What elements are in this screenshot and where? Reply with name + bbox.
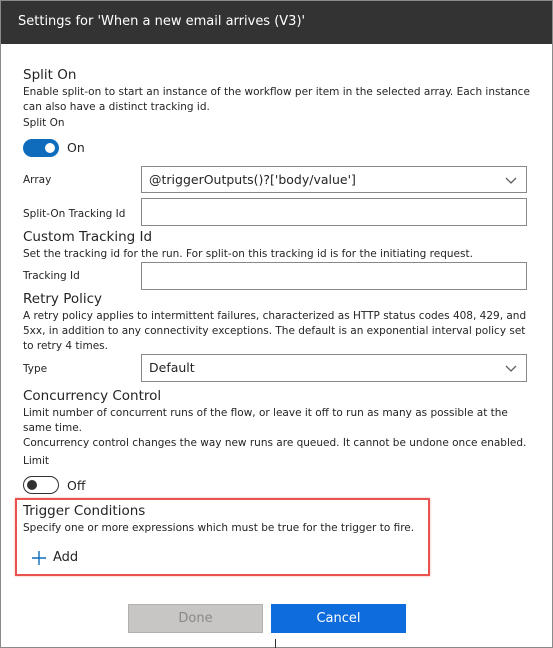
retry-policy-heading: Retry Policy [23, 291, 103, 307]
cancel-button[interactable]: Cancel [271, 604, 406, 633]
chevron-down-icon [505, 177, 517, 184]
tracking-id-label: Tracking Id [23, 270, 80, 282]
concurrency-heading: Concurrency Control [23, 388, 162, 404]
split-on-tracking-input[interactable] [141, 198, 527, 226]
split-on-description: Enable split-on to start an instance of … [23, 86, 530, 113]
dialog-titlebar: Settings for 'When a new email arrives (… [1, 1, 552, 44]
add-label: Add [53, 550, 79, 565]
cursor-tick [275, 639, 276, 648]
retry-policy-description: A retry policy applies to intermittent f… [23, 310, 527, 352]
toggle-knob [27, 480, 37, 490]
split-on-heading: Split On [23, 67, 77, 83]
split-on-toggle[interactable] [23, 139, 59, 157]
dialog-title: Settings for 'When a new email arrives (… [18, 14, 306, 29]
tracking-id-input[interactable] [141, 262, 527, 290]
concurrency-toggle-state: Off [67, 478, 86, 493]
settings-dialog: Settings for 'When a new email arrives (… [0, 0, 553, 648]
array-dropdown[interactable]: @triggerOutputs()?['body/value'] [141, 166, 527, 193]
retry-type-label: Type [23, 363, 48, 375]
custom-tracking-heading: Custom Tracking Id [23, 229, 153, 245]
array-value: @triggerOutputs()?['body/value'] [149, 172, 356, 187]
trigger-conditions-description: Specify one or more expressions which mu… [23, 522, 415, 534]
array-label: Array [23, 174, 52, 186]
plus-icon [32, 551, 46, 565]
concurrency-limit-toggle[interactable] [23, 476, 59, 494]
retry-type-dropdown[interactable]: Default [141, 354, 527, 382]
concurrency-description-2: Concurrency control changes the way new … [23, 437, 527, 449]
retry-type-value: Default [149, 360, 195, 375]
done-button[interactable]: Done [128, 604, 263, 633]
chevron-down-icon [505, 365, 517, 372]
concurrency-limit-label: Limit [23, 455, 50, 467]
concurrency-description-1: Limit number of concurrent runs of the f… [23, 407, 508, 434]
trigger-conditions-heading: Trigger Conditions [23, 503, 146, 519]
split-on-toggle-label: Split On [23, 117, 65, 129]
split-on-tracking-label: Split-On Tracking Id [23, 208, 126, 220]
toggle-knob [45, 143, 55, 153]
custom-tracking-description: Set the tracking id for the run. For spl… [23, 248, 473, 260]
split-on-toggle-state: On [67, 140, 85, 155]
